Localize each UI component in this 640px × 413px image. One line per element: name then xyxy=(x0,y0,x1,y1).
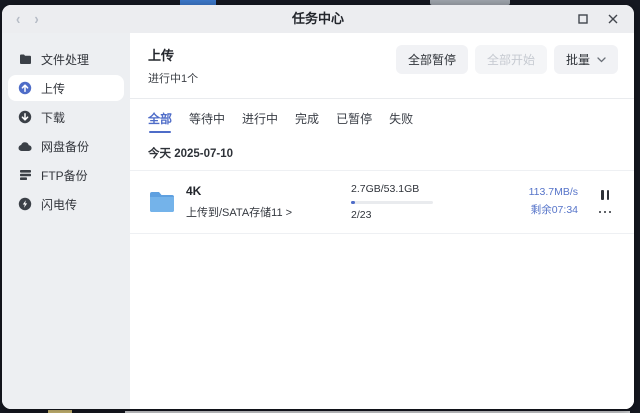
maximize-icon[interactable] xyxy=(576,12,590,26)
pause-all-button[interactable]: 全部暂停 xyxy=(395,45,468,74)
ftp-backup-icon xyxy=(18,168,32,182)
time-remaining: 剩余07:34 xyxy=(530,204,578,216)
tab-paused[interactable]: 已暂停 xyxy=(336,110,372,135)
main-content: 上传 进行中1个 全部暂停 全部开始 批量 全部 等待中 进行中 完成 已暂停 … xyxy=(130,33,634,409)
task-name: 4K xyxy=(186,184,202,198)
task-progress: 2.7GB/53.1GB 2/23 xyxy=(351,183,516,221)
upload-task-row[interactable]: 4K 上传到/SATA存储11 > 2.7GB/53.1GB 2/23 113.… xyxy=(130,171,634,234)
batch-button-label: 批量 xyxy=(565,53,590,67)
progress-bar-fill xyxy=(351,201,356,204)
task-controls xyxy=(592,189,618,216)
upload-icon xyxy=(18,81,32,95)
sidebar-item-label: 下载 xyxy=(41,110,66,125)
sidebar-item-upload[interactable]: 上传 xyxy=(8,75,124,101)
batch-button[interactable]: 批量 xyxy=(553,45,618,74)
task-destination-link[interactable]: 上传到/SATA存储11 > xyxy=(186,204,351,220)
sidebar: 文件处理 上传 下载 网盘备份 FTP备份 闪电传 xyxy=(2,33,130,409)
tab-failed[interactable]: 失败 xyxy=(389,110,413,135)
files-icon xyxy=(18,52,32,66)
size-progress: 2.7GB/53.1GB xyxy=(351,183,420,195)
task-info: 4K 上传到/SATA存储11 > xyxy=(186,184,351,220)
start-all-button[interactable]: 全部开始 xyxy=(474,45,547,74)
date-header: 今天 2025-07-10 xyxy=(148,148,234,160)
sidebar-item-file-processing[interactable]: 文件处理 xyxy=(8,46,124,72)
in-progress-count: 进行中1个 xyxy=(148,73,199,85)
window-body: 文件处理 上传 下载 网盘备份 FTP备份 闪电传 上传 进行中1个 全部暂停 … xyxy=(2,33,634,409)
page-title: 上传 xyxy=(148,48,175,63)
nav-arrows: ‹ › xyxy=(2,5,39,33)
tab-in-progress[interactable]: 进行中 xyxy=(242,110,278,135)
pause-task-icon[interactable] xyxy=(600,189,610,201)
desktop-background: ‹ › 任务中心 文件处理 上传 下载 网盘备份 FTP备份 闪电传 上传 进行… xyxy=(0,0,640,413)
header-text: 上传 进行中1个 xyxy=(148,45,198,86)
sidebar-item-label: 上传 xyxy=(41,81,66,96)
titlebar: ‹ › 任务中心 xyxy=(2,5,634,33)
task-center-window: ‹ › 任务中心 文件处理 上传 下载 网盘备份 FTP备份 闪电传 上传 进行… xyxy=(2,5,634,409)
header-actions: 全部暂停 全部开始 批量 xyxy=(395,45,618,74)
sidebar-item-label: 文件处理 xyxy=(41,52,90,67)
folder-icon xyxy=(150,192,174,212)
window-controls xyxy=(576,12,634,26)
tab-waiting[interactable]: 等待中 xyxy=(189,110,225,135)
sidebar-item-label: 闪电传 xyxy=(41,197,78,212)
tab-all[interactable]: 全部 xyxy=(148,110,172,135)
sidebar-item-lightning-transfer[interactable]: 闪电传 xyxy=(8,191,124,217)
lightning-transfer-icon xyxy=(18,197,32,211)
count-progress: 2/23 xyxy=(351,209,372,221)
status-tabs: 全部 等待中 进行中 完成 已暂停 失败 xyxy=(130,99,634,135)
back-icon[interactable]: ‹ xyxy=(16,5,20,36)
chevron-down-icon xyxy=(597,56,606,62)
forward-icon[interactable]: › xyxy=(34,5,38,36)
task-rate: 113.7MB/s 剩余07:34 xyxy=(516,184,592,220)
sidebar-item-label: 网盘备份 xyxy=(41,139,90,154)
download-icon xyxy=(18,110,32,124)
task-list-empty-area xyxy=(130,234,634,409)
sidebar-item-ftp-backup[interactable]: FTP备份 xyxy=(8,162,124,188)
sidebar-item-label: FTP备份 xyxy=(41,168,88,183)
sidebar-item-download[interactable]: 下载 xyxy=(8,104,124,130)
more-options-icon[interactable] xyxy=(598,209,612,216)
main-header: 上传 进行中1个 全部暂停 全部开始 批量 xyxy=(130,33,634,86)
progress-bar xyxy=(351,201,433,204)
window-title: 任务中心 xyxy=(291,11,344,26)
cloud-backup-icon xyxy=(18,139,32,153)
sidebar-item-cloud-backup[interactable]: 网盘备份 xyxy=(8,133,124,159)
transfer-speed: 113.7MB/s xyxy=(528,186,578,199)
close-icon[interactable] xyxy=(606,12,620,26)
tab-complete[interactable]: 完成 xyxy=(295,110,319,135)
